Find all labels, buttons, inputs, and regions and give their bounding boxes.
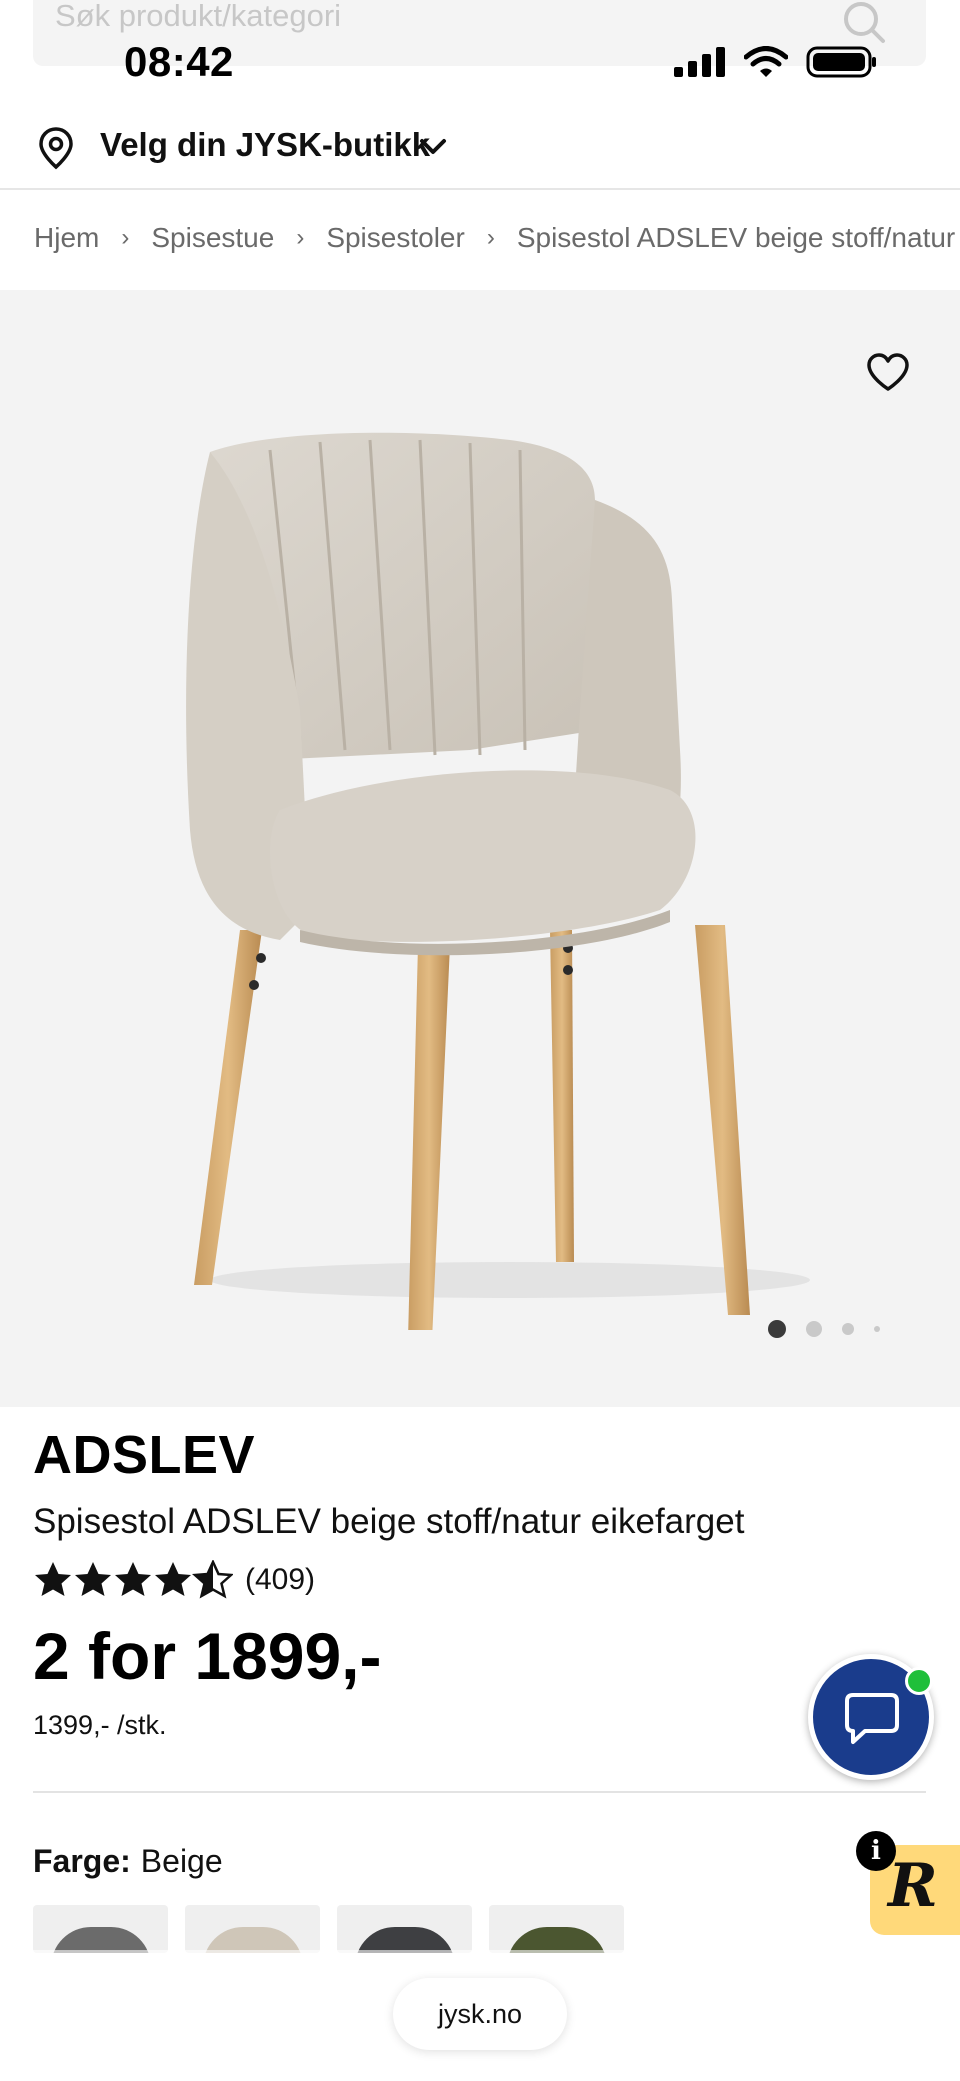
- store-selector-label[interactable]: Velg din JYSK-butikk: [100, 126, 430, 164]
- store-selector[interactable]: Velg din JYSK-butikk: [0, 112, 960, 190]
- gallery-dot-active[interactable]: [768, 1320, 786, 1338]
- chevron-right-icon: ›: [486, 224, 495, 251]
- search-icon[interactable]: [842, 0, 886, 44]
- product-image: [186, 432, 810, 1330]
- breadcrumb-item-spisestoler[interactable]: Spisestoler: [326, 222, 465, 254]
- color-selector-label: Farge: Beige: [33, 1843, 223, 1880]
- gallery-dot[interactable]: [806, 1321, 822, 1337]
- signal-icon: [674, 47, 725, 77]
- gallery-dot[interactable]: [842, 1323, 854, 1335]
- unit-price: 1399,- /stk.: [33, 1710, 167, 1740]
- color-label: Farge:: [33, 1843, 131, 1879]
- chat-button[interactable]: [808, 1654, 934, 1780]
- chevron-right-icon: ›: [121, 224, 130, 251]
- breadcrumb-item-spisestue[interactable]: Spisestue: [151, 222, 274, 254]
- chevron-right-icon: ›: [296, 224, 305, 251]
- search-input[interactable]: Søk produkt/kategori: [55, 0, 341, 34]
- breadcrumb: Hjem › Spisestue › Spisestoler › Spisest…: [34, 222, 960, 254]
- product-name: Spisestol ADSLEV beige stoff/natur eikef…: [33, 1502, 745, 1541]
- battery-icon: [806, 46, 876, 78]
- info-icon[interactable]: i: [856, 1831, 896, 1871]
- location-pin-icon: [39, 127, 73, 170]
- divider: [33, 1791, 926, 1793]
- color-swatch-olive[interactable]: [489, 1905, 624, 1953]
- wifi-icon: [744, 46, 788, 77]
- product-rating[interactable]: (409): [33, 1560, 315, 1600]
- product-image-gallery[interactable]: [0, 290, 960, 1407]
- color-swatch-beige[interactable]: [185, 1905, 320, 1953]
- online-indicator: [905, 1667, 933, 1695]
- product-price: 2 for 1899,-: [33, 1619, 382, 1693]
- gallery-pagination[interactable]: [768, 1320, 880, 1338]
- review-count[interactable]: (409): [245, 1563, 315, 1597]
- url-bar[interactable]: jysk.no: [393, 1978, 567, 2050]
- heart-icon[interactable]: [866, 352, 910, 392]
- color-swatch-dark-grey[interactable]: [337, 1905, 472, 1953]
- breadcrumb-item-current: Spisestol ADSLEV beige stoff/natur: [516, 222, 956, 253]
- breadcrumb-item-hjem[interactable]: Hjem: [34, 222, 99, 254]
- status-time: 08:42: [124, 38, 234, 85]
- color-value: Beige: [140, 1843, 223, 1879]
- r-logo-icon: R: [888, 1851, 938, 1921]
- chevron-down-icon[interactable]: [418, 136, 448, 158]
- color-swatch-grey[interactable]: [33, 1905, 168, 1953]
- product-brand: ADSLEV: [33, 1425, 256, 1485]
- chat-bubble-icon: [845, 1693, 899, 1744]
- gallery-dot[interactable]: [874, 1326, 880, 1332]
- star-rating-icon: [35, 1560, 233, 1598]
- color-swatches: [33, 1905, 624, 1953]
- status-icons: [674, 46, 878, 78]
